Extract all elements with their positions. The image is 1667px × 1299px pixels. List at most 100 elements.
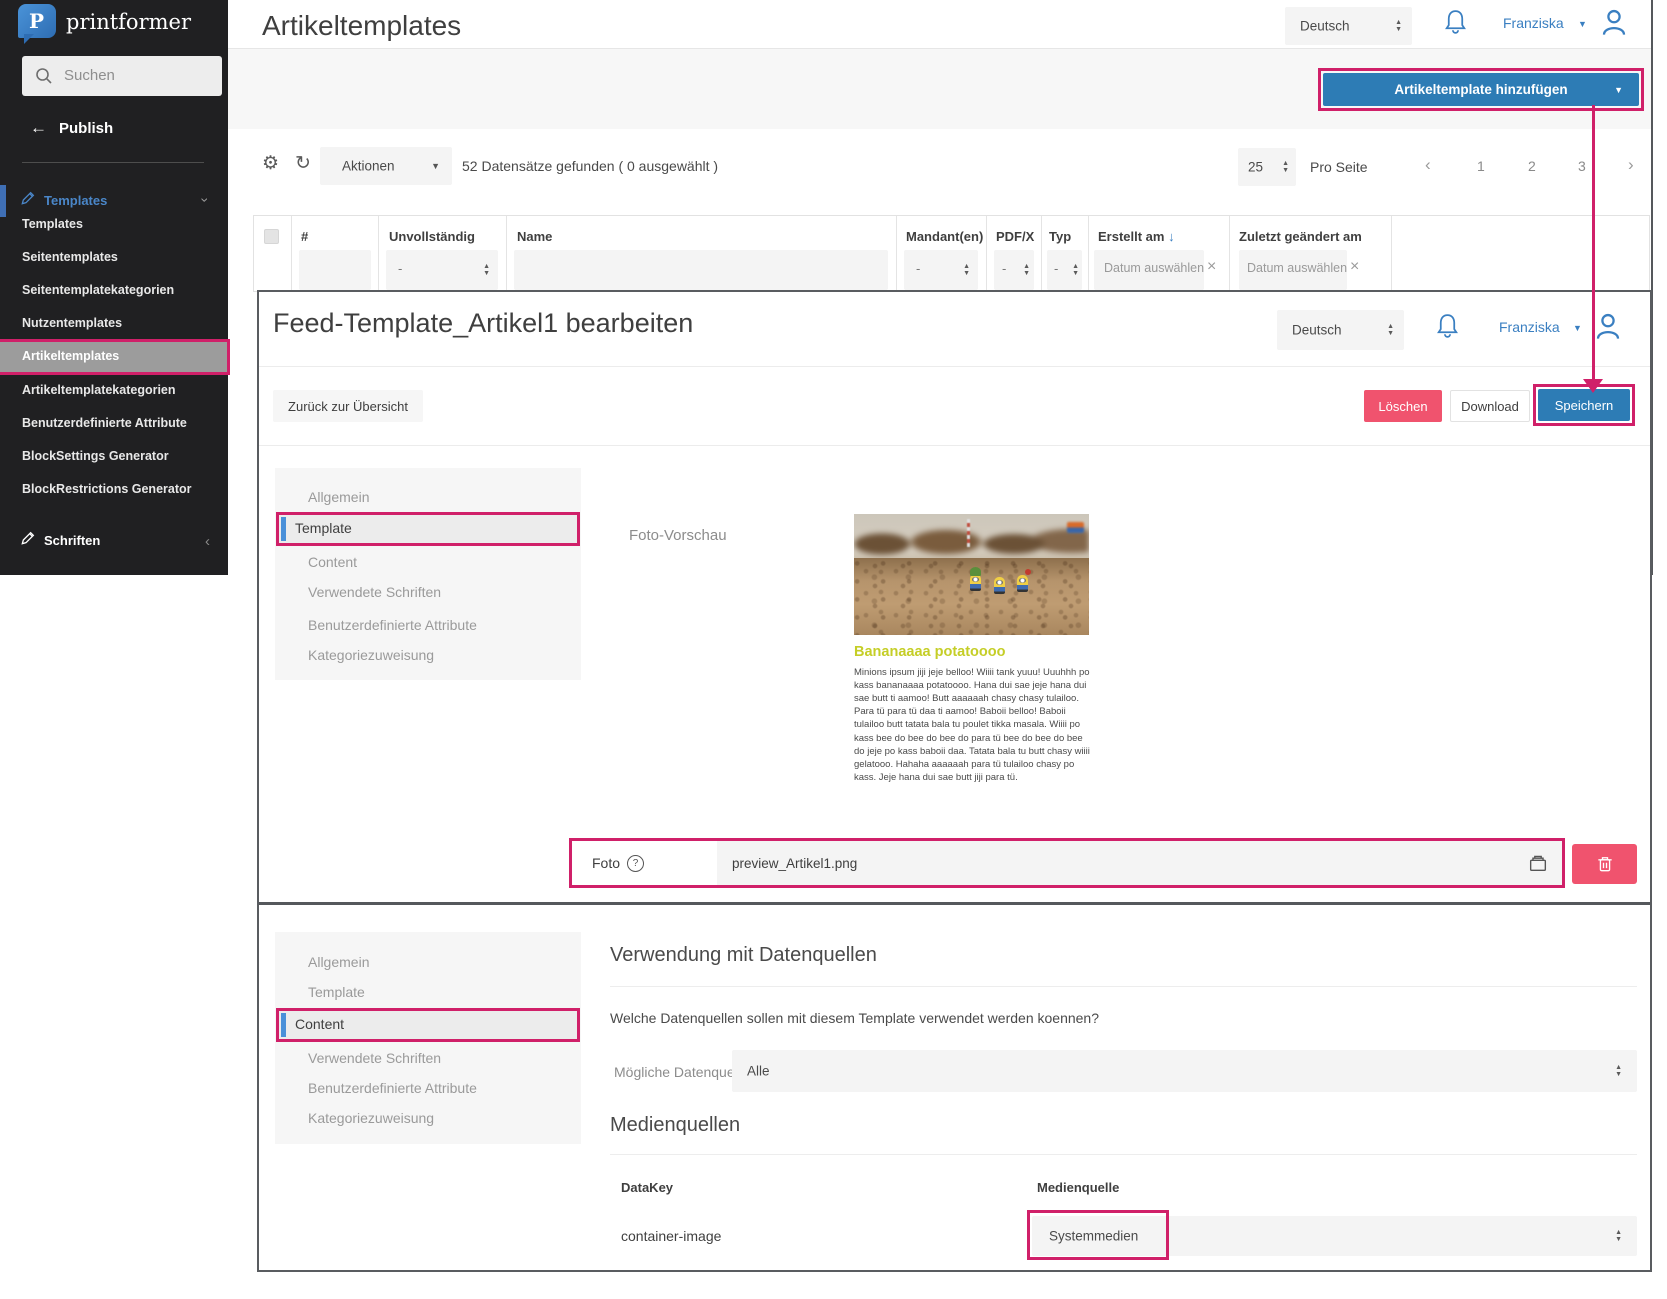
sidebar-item-artikeltemplates[interactable]: Artikeltemplates xyxy=(22,349,212,369)
help-icon[interactable]: ? xyxy=(627,855,644,872)
preview-article-text: Minions ipsum jiji jeje belloo! Wiiii ta… xyxy=(854,666,1095,784)
tab-kategoriezuweisung[interactable]: Kategoriezuweisung xyxy=(292,647,564,669)
pagination-page-1[interactable]: 1 xyxy=(1477,158,1485,174)
language-select[interactable]: Deutsch ▲▼ xyxy=(1277,310,1404,350)
sidebar-item-blockrestrictions-generator[interactable]: BlockRestrictions Generator xyxy=(22,482,212,502)
select-updown-icon: ▲▼ xyxy=(1072,263,1079,277)
sidebar-item-blocksettings-generator[interactable]: BlockSettings Generator xyxy=(22,449,212,469)
language-select[interactable]: Deutsch ▲▼ xyxy=(1285,7,1412,45)
tab-content[interactable]: Content xyxy=(292,554,564,576)
preview-photo xyxy=(854,514,1089,635)
clear-filter-icon[interactable]: × xyxy=(1350,258,1359,276)
filter-typ-select[interactable]: - ▲▼ xyxy=(1047,250,1082,290)
sidebar-item-seitentemplatekategorien[interactable]: Seitentemplatekategorien xyxy=(22,283,212,303)
sidebar-item-seitentemplates[interactable]: Seitentemplates xyxy=(22,250,212,270)
clear-filter-icon[interactable]: × xyxy=(1207,258,1216,276)
user-menu[interactable]: Franziska xyxy=(1499,319,1560,335)
tab-kategoriezuweisung[interactable]: Kategoriezuweisung xyxy=(292,1110,564,1132)
filter-pdfx-select[interactable]: - ▲▼ xyxy=(994,250,1034,290)
col-header-pdfx[interactable]: PDF/X xyxy=(996,229,1034,244)
sidebar: P printformer Suchen ←Publish Templates … xyxy=(0,0,228,575)
heading-underline xyxy=(610,1154,1637,1155)
add-artikeltemplate-button[interactable]: Artikeltemplate hinzufügen ▼ xyxy=(1323,73,1639,106)
pagination-page-3[interactable]: 3 xyxy=(1578,158,1586,174)
download-button[interactable]: Download xyxy=(1450,390,1530,422)
foto-filename-field[interactable]: preview_Artikel1.png xyxy=(717,841,1562,885)
notifications-bell-icon[interactable] xyxy=(1443,8,1468,36)
date-filter-placeholder: Datum auswählen xyxy=(1247,261,1347,275)
sidebar-search-input[interactable]: Suchen xyxy=(22,56,222,96)
sidebar-item-artikeltemplatekategorien[interactable]: Artikeltemplatekategorien xyxy=(22,383,212,403)
screenshot-root: { "colors": { "annotation_pink": "#d0206… xyxy=(0,0,1667,1299)
sidebar-item-templates[interactable]: Templates xyxy=(22,217,212,237)
actions-dropdown[interactable]: Aktionen ▼ xyxy=(320,147,452,185)
per-page-select[interactable]: 25 ▲▼ xyxy=(1238,148,1296,186)
back-arrow-icon: ← xyxy=(30,118,47,137)
edit-template-dialog: Feed-Template_Artikel1 bearbeiten Deutsc… xyxy=(257,290,1652,1272)
tab-template[interactable]: Template xyxy=(295,520,352,536)
select-all-checkbox[interactable] xyxy=(264,229,279,244)
settings-gear-icon[interactable]: ⚙ xyxy=(262,152,279,175)
user-avatar-icon[interactable] xyxy=(1598,6,1630,38)
filter-unvollstaendig-select[interactable]: - ▲▼ xyxy=(386,250,498,290)
filter-mandanten-select[interactable]: - ▲▼ xyxy=(904,250,978,290)
dialog-divider xyxy=(259,366,1650,367)
photo-trees xyxy=(854,528,1089,560)
photo-sign xyxy=(1067,522,1084,533)
annotation-box-systemmedien xyxy=(1027,1210,1169,1260)
media-col-medienquelle: Medienquelle xyxy=(1037,1180,1119,1195)
select-updown-icon: ▲▼ xyxy=(483,263,490,277)
archive-box-icon[interactable] xyxy=(1527,852,1549,874)
user-caret-icon[interactable]: ▼ xyxy=(1578,19,1587,29)
dropdown-caret-icon: ▼ xyxy=(431,161,440,171)
sidebar-item-schriften[interactable]: Schriften ‹ xyxy=(20,530,220,554)
tab-content[interactable]: Content xyxy=(295,1016,344,1032)
col-header-num[interactable]: # xyxy=(301,229,308,244)
delete-button[interactable]: Löschen xyxy=(1364,390,1442,422)
filter-name-input[interactable] xyxy=(514,250,888,290)
back-to-overview-button[interactable]: Zurück zur Übersicht xyxy=(273,390,423,422)
refresh-icon[interactable]: ↻ xyxy=(295,152,311,175)
pencil-icon xyxy=(20,190,36,206)
col-header-zuletzt-geaendert[interactable]: Zuletzt geändert am xyxy=(1239,229,1362,244)
tab-allgemein[interactable]: Allgemein xyxy=(292,954,564,976)
tab-benutzerdefinierte-attribute[interactable]: Benutzerdefinierte Attribute xyxy=(292,617,564,639)
tab-verwendete-schriften[interactable]: Verwendete Schriften xyxy=(292,1050,564,1072)
notifications-bell-icon[interactable] xyxy=(1435,312,1460,340)
photo-pole xyxy=(967,519,970,547)
pagination-prev[interactable]: ‹ xyxy=(1425,155,1431,175)
sidebar-back-publish[interactable]: ←Publish xyxy=(30,118,113,138)
filter-num-input[interactable] xyxy=(299,250,371,290)
select-updown-icon: ▲▼ xyxy=(963,263,970,277)
sidebar-item-benutzerdefinierte-attribute[interactable]: Benutzerdefinierte Attribute xyxy=(22,416,212,436)
template-tab-list: Allgemein Template Content Verwendete Sc… xyxy=(275,468,581,680)
col-header-mandanten[interactable]: Mandant(en) xyxy=(906,229,983,244)
sidebar-section-templates[interactable]: Templates › xyxy=(20,190,220,214)
tab-allgemein[interactable]: Allgemein xyxy=(292,489,564,511)
sidebar-item-nutzentemplates[interactable]: Nutzentemplates xyxy=(22,316,212,336)
per-page-label: Pro Seite xyxy=(1310,159,1368,175)
delete-photo-button[interactable] xyxy=(1572,844,1637,884)
col-header-name[interactable]: Name xyxy=(517,229,552,244)
user-caret-icon[interactable]: ▼ xyxy=(1573,323,1582,333)
col-header-erstellt-am[interactable]: Erstellt am ↓ xyxy=(1098,229,1175,244)
results-count-text: 52 Datensätze gefunden ( 0 ausgewählt ) xyxy=(462,158,718,174)
col-header-typ[interactable]: Typ xyxy=(1049,229,1071,244)
datasources-heading: Verwendung mit Datenquellen xyxy=(610,944,877,967)
tab-verwendete-schriften[interactable]: Verwendete Schriften xyxy=(292,584,564,606)
dialog-title: Feed-Template_Artikel1 bearbeiten xyxy=(273,308,693,339)
select-updown-icon: ▲▼ xyxy=(1615,1229,1622,1243)
col-header-unvollstaendig[interactable]: Unvollständig xyxy=(389,229,475,244)
pagination-next[interactable]: › xyxy=(1628,155,1634,175)
user-avatar-icon[interactable] xyxy=(1592,310,1624,342)
save-button[interactable]: Speichern xyxy=(1538,389,1630,421)
datasource-select[interactable]: Alle ▲▼ xyxy=(732,1050,1637,1092)
datasources-question: Welche Datenquellen sollen mit diesem Te… xyxy=(610,1010,1099,1026)
minion-figure xyxy=(994,577,1005,594)
annotation-box-add-button: Artikeltemplate hinzufügen ▼ xyxy=(1318,68,1644,111)
tab-template[interactable]: Template xyxy=(292,984,564,1006)
pagination-page-2[interactable]: 2 xyxy=(1528,158,1536,174)
minion-figure xyxy=(1017,575,1028,592)
tab-benutzerdefinierte-attribute[interactable]: Benutzerdefinierte Attribute xyxy=(292,1080,564,1102)
user-menu[interactable]: Franziska xyxy=(1503,15,1564,31)
